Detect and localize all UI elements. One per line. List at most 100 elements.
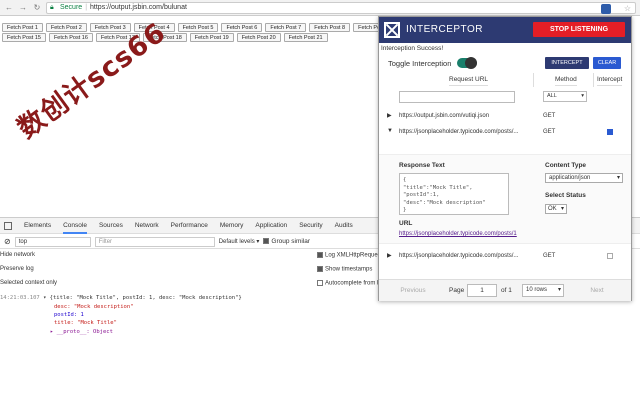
console-object-summary[interactable]: ▾ {title: "Mock Title", postId: 1, desc:… — [43, 295, 242, 301]
separator: | — [85, 4, 88, 11]
method-filter-value: ALL — [547, 93, 557, 99]
show-timestamps-label: Show timestamps — [325, 266, 373, 273]
devtools-tab-security[interactable]: Security — [299, 218, 322, 234]
devtools-tab-sources[interactable]: Sources — [99, 218, 123, 234]
expand-icon[interactable]: ▶ — [387, 252, 392, 259]
forward-icon[interactable]: → — [18, 3, 28, 12]
devtools-tab-console[interactable]: Console — [63, 218, 87, 234]
interceptor-popup: INTERCEPTOR STOP LISTENING Interception … — [378, 16, 632, 301]
filter-input[interactable]: Filter — [94, 236, 215, 247]
status-value: OK — [548, 206, 557, 212]
fetch-post-button[interactable]: Fetch Post 1 — [2, 23, 43, 32]
omnibox[interactable]: 🔒︎ Secure | https://output.jsbin.com/bul… — [46, 1, 636, 14]
rows-per-page-value: 10 rows — [526, 287, 548, 293]
group-similar-checkbox[interactable] — [263, 238, 270, 245]
console-proto[interactable]: ▸ __proto__: Object — [50, 329, 113, 335]
devtools-tab-performance[interactable]: Performance — [171, 218, 208, 234]
content-type-select[interactable]: application/json ▾ — [545, 173, 623, 183]
console-timestamp: 14:21:03.107 — [0, 295, 40, 301]
expand-icon[interactable]: ▶ — [387, 112, 392, 119]
clear-console-icon[interactable]: ⊘ — [4, 237, 11, 246]
chevron-down-icon: ▾ — [616, 175, 620, 181]
levels-select[interactable]: Default levels ▾ — [219, 238, 260, 245]
fetch-post-button[interactable]: Fetch Post 16 — [48, 33, 93, 42]
popup-header: INTERCEPTOR STOP LISTENING — [379, 17, 631, 43]
console-object-line[interactable]: 14:21:03.107 ▾ {title: "Mock Title", pos… — [0, 295, 242, 301]
show-timestamps-checkbox[interactable] — [317, 266, 323, 272]
hide-network-option[interactable]: Hide network — [0, 252, 35, 258]
devtools-tab-application[interactable]: Application — [255, 218, 287, 234]
response-line: { — [403, 177, 407, 183]
fetch-buttons-row-1: Fetch Post 1 Fetch Post 2 Fetch Post 3 Fetc… — [2, 23, 395, 32]
back-icon[interactable]: ← — [4, 3, 14, 12]
devtools-tab-memory[interactable]: Memory — [220, 218, 243, 234]
page-number-input[interactable]: 1 — [467, 284, 497, 297]
intercept-button[interactable]: INTERCEPT — [545, 57, 589, 69]
fetch-post-button[interactable]: Fetch Post 15 — [2, 33, 46, 42]
preserve-log-option[interactable]: Preserve log — [0, 266, 34, 272]
status-select[interactable]: OK ▾ — [545, 204, 567, 214]
reload-icon[interactable]: ↻ — [32, 3, 42, 12]
fetch-post-button[interactable]: Fetch Post 2 — [45, 23, 87, 32]
previous-button[interactable]: Previous — [383, 283, 443, 299]
request-detail-panel: Response Text { "title":"Mock Title", "p… — [379, 154, 631, 244]
log-xhr-label: Log XMLHttpRequests — [325, 252, 386, 259]
request-row[interactable]: ▼ https://jsonplaceholder.typicode.com/p… — [379, 126, 631, 139]
log-xhr-checkbox[interactable] — [317, 252, 323, 258]
next-button[interactable]: Next — [567, 283, 627, 299]
context-select[interactable]: top — [14, 236, 91, 247]
url-text[interactable]: https://output.jsbin.com/bulunat — [90, 4, 187, 11]
toggle-interception-switch[interactable] — [457, 57, 477, 69]
request-url-link[interactable]: https://jsonplaceholder.typicode.com/pos… — [399, 231, 517, 237]
clear-button[interactable]: CLEAR — [593, 57, 621, 69]
chevron-down-icon: ▾ — [557, 287, 561, 293]
collapse-icon[interactable]: ▼ — [387, 128, 393, 134]
popup-title: INTERCEPTOR — [406, 24, 483, 35]
show-timestamps-option[interactable]: Show timestamps — [317, 266, 372, 273]
method-filter-select[interactable]: ALL ▾ — [543, 91, 587, 102]
response-line: "title":"Mock Title", — [403, 184, 473, 191]
autocomplete-checkbox[interactable] — [317, 280, 323, 286]
success-message: Interception Success! — [381, 45, 444, 52]
console-title: title: "Mock Title" — [54, 320, 117, 326]
intercept-checkbox[interactable] — [607, 253, 613, 259]
console-desc: desc: "Mock description" — [54, 304, 134, 310]
select-status-label: Select Status — [545, 192, 586, 199]
fetch-post-button[interactable]: Fetch Post 21 — [283, 33, 328, 42]
fetch-post-button[interactable]: Fetch Post 19 — [189, 33, 234, 42]
content-type-value: application/json — [549, 175, 591, 181]
page-label: Page — [449, 287, 465, 294]
fetch-post-button[interactable]: Fetch Post 6 — [221, 23, 263, 32]
stop-listening-button[interactable]: STOP LISTENING — [533, 22, 625, 37]
selected-context-option[interactable]: Selected context only — [0, 280, 57, 286]
request-row[interactable]: ▶ https://jsonplaceholder.typicode.com/p… — [379, 250, 631, 263]
fetch-post-button[interactable]: Fetch Post 20 — [236, 33, 281, 42]
log-xhr-option[interactable]: Log XMLHttpRequests — [317, 252, 385, 259]
chevron-down-icon: ▾ — [560, 206, 564, 212]
bookmark-star-icon[interactable]: ☆ — [624, 4, 631, 13]
column-divider — [593, 73, 594, 87]
col-method: Method — [555, 76, 577, 86]
group-similar-label: Group similar — [271, 238, 311, 245]
address-bar: ← → ↻ 🔒︎ Secure | https://output.jsbin.c… — [0, 0, 640, 16]
toggle-interception-label: Toggle Interception — [388, 59, 452, 68]
response-text-area[interactable]: { "title":"Mock Title", "postId":1, "des… — [399, 173, 509, 215]
devtools-tab-elements[interactable]: Elements — [24, 218, 51, 234]
url-label: URL — [399, 220, 413, 227]
fetch-post-button[interactable]: Fetch Post 5 — [177, 23, 219, 32]
group-similar-option[interactable]: Group similar — [263, 238, 310, 245]
inspect-icon[interactable] — [4, 221, 12, 230]
intercept-checkbox[interactable] — [607, 129, 613, 135]
interceptor-extension-icon[interactable] — [601, 3, 611, 14]
devtools-tab-audits[interactable]: Audits — [335, 218, 353, 234]
request-method: GET — [543, 113, 556, 119]
devtools-tab-network[interactable]: Network — [135, 218, 159, 234]
response-line: } — [403, 207, 407, 213]
fetch-post-button[interactable]: Fetch Post 7 — [265, 23, 307, 32]
fetch-post-button[interactable]: Fetch Post 8 — [309, 23, 351, 32]
request-url: https://jsonplaceholder.typicode.com/pos… — [399, 253, 519, 259]
rows-per-page-select[interactable]: 10 rows ▾ — [522, 284, 564, 297]
request-row[interactable]: ▶ https://output.jsbin.com/vutiqi.json G… — [379, 110, 631, 123]
request-url-filter-input[interactable] — [399, 91, 515, 103]
response-line: "postId":1, — [403, 192, 440, 198]
